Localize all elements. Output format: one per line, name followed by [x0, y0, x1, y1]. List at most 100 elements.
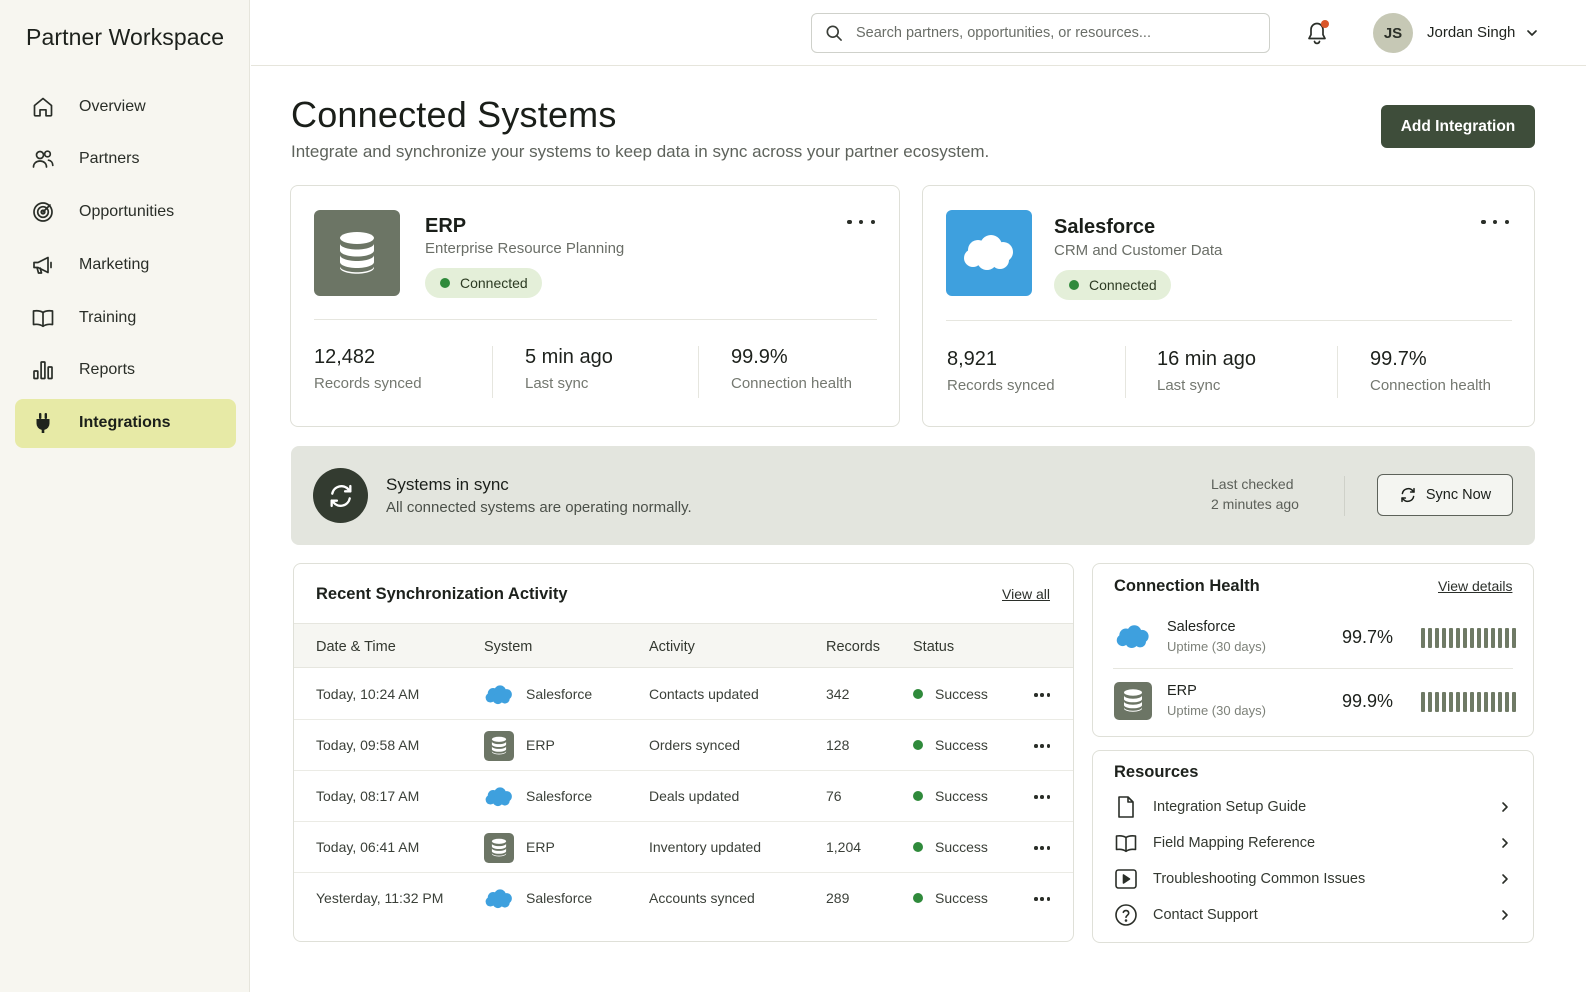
resource-item-field-mapping[interactable]: Field Mapping Reference [1113, 828, 1513, 858]
resource-label: Troubleshooting Common Issues [1153, 871, 1366, 887]
column-header[interactable]: Status [913, 639, 954, 655]
stat-label: Connection health [1370, 377, 1491, 394]
status-dot [913, 893, 923, 903]
resource-label: Contact Support [1153, 907, 1258, 923]
uptime-bar [1442, 628, 1446, 648]
cell-records: 289 [826, 890, 850, 906]
uptime-bar [1477, 692, 1481, 712]
sidebar-item-training[interactable]: Training [15, 293, 236, 342]
row-more-button[interactable] [1034, 795, 1050, 799]
target-icon [33, 202, 53, 222]
last-checked: Last checked 2 minutes ago [1211, 474, 1299, 514]
health-system-name: Salesforce [1167, 619, 1236, 635]
row-more-button[interactable] [1034, 846, 1050, 850]
table-row[interactable]: Yesterday, 11:32 PM Salesforce Accounts sy… [294, 873, 1073, 924]
uptime-bar [1505, 692, 1509, 712]
status-badge: Connected [425, 268, 542, 298]
uptime-bar [1484, 692, 1488, 712]
system-icon [484, 884, 514, 914]
column-header[interactable]: Date & Time [316, 639, 396, 655]
sidebar-item-opportunities[interactable]: Opportunities [15, 188, 236, 237]
divider [1337, 346, 1338, 398]
chevron-right-icon [1502, 838, 1508, 848]
user-name[interactable]: Jordan Singh [1427, 24, 1515, 41]
stat-records: 8,921 Records synced [947, 348, 1055, 394]
resources-panel: Resources Integration Setup Guide Field … [1092, 750, 1534, 943]
health-uptime-label: Uptime (30 days) [1167, 703, 1266, 718]
stat-value: 5 min ago [525, 346, 613, 368]
status-badge: Connected [1054, 270, 1171, 300]
cell-system: Salesforce [526, 890, 593, 906]
sidebar-item-marketing[interactable]: Marketing [15, 240, 236, 289]
stat-label: Connection health [731, 375, 852, 392]
search-input[interactable] [856, 25, 1256, 41]
chevron-down-icon[interactable] [1525, 26, 1539, 40]
health-row-salesforce[interactable]: Salesforce Uptime (30 days) 99.7% [1113, 606, 1516, 668]
sidebar-item-partners[interactable]: Partners [15, 135, 236, 184]
stat-records: 12,482 Records synced [314, 346, 422, 392]
row-more-button[interactable] [1034, 744, 1050, 748]
table-row[interactable]: Today, 10:24 AM Salesforce Contacts update… [294, 669, 1073, 720]
system-name: Salesforce [1054, 216, 1156, 238]
more-options-button[interactable] [1481, 214, 1509, 230]
add-integration-button[interactable]: Add Integration [1381, 105, 1535, 148]
sidebar-item-label: Opportunities [79, 203, 175, 221]
table-row[interactable]: Today, 08:17 AM Salesforce Deals updated 76… [294, 771, 1073, 822]
cell-status: Success [935, 890, 988, 906]
panel-title: Connection Health [1114, 577, 1260, 595]
sidebar-item-label: Training [79, 308, 137, 326]
cell-system: Salesforce [526, 686, 593, 702]
sidebar-item-reports[interactable]: Reports [15, 346, 236, 395]
divider [1125, 346, 1126, 398]
last-checked-value: 2 minutes ago [1211, 496, 1299, 512]
uptime-bar [1421, 692, 1425, 712]
column-header[interactable]: System [484, 639, 532, 655]
cell-status: Success [935, 737, 988, 753]
row-more-button[interactable] [1034, 693, 1050, 697]
salesforce-logo [1114, 618, 1152, 656]
table-row[interactable]: Today, 09:58 AM ERP Orders synced 128 Succes… [294, 720, 1073, 771]
brand-title: Partner Workspace [26, 24, 225, 50]
search-box[interactable] [811, 13, 1270, 53]
column-header[interactable]: Records [826, 639, 880, 655]
plug-icon [36, 413, 50, 434]
cell-status: Success [935, 788, 988, 804]
avatar[interactable]: JS [1373, 13, 1413, 53]
health-row-erp[interactable]: ERP Uptime (30 days) 99.9% [1113, 670, 1516, 732]
resource-item-troubleshooting[interactable]: Troubleshooting Common Issues [1113, 864, 1513, 894]
more-options-button[interactable] [847, 214, 875, 230]
view-all-link[interactable]: View all [1002, 586, 1050, 602]
uptime-bar [1421, 628, 1425, 648]
row-more-button[interactable] [1034, 897, 1050, 901]
book-icon [1113, 830, 1139, 856]
uptime-bars [1421, 692, 1516, 712]
sync-now-button[interactable]: Sync Now [1377, 474, 1513, 516]
notifications-button[interactable] [1305, 20, 1329, 46]
uptime-bar [1428, 692, 1432, 712]
sidebar-item-overview[interactable]: Overview [15, 82, 236, 131]
view-details-link[interactable]: View details [1438, 578, 1512, 594]
sync-title: Systems in sync [386, 475, 509, 494]
column-header[interactable]: Activity [649, 639, 695, 655]
uptime-bar [1498, 692, 1502, 712]
database-icon [484, 731, 514, 761]
cell-datetime: Yesterday, 11:32 PM [316, 890, 444, 906]
cell-activity: Accounts synced [649, 890, 755, 906]
resource-label: Field Mapping Reference [1153, 835, 1316, 851]
uptime-bar [1449, 692, 1453, 712]
cloud-icon [1116, 625, 1149, 649]
sidebar-item-label: Partners [79, 150, 140, 168]
table-row[interactable]: Today, 06:41 AM ERP Inventory updated 1,204… [294, 822, 1073, 873]
cloud-icon [485, 889, 512, 909]
bar-chart-icon [33, 361, 53, 380]
resource-item-contact-support[interactable]: Contact Support [1113, 900, 1513, 930]
resource-item-setup-guide[interactable]: Integration Setup Guide [1113, 792, 1513, 822]
stat-label: Last sync [525, 375, 589, 392]
sidebar-item-integrations[interactable]: Integrations [15, 398, 236, 448]
divider [314, 319, 877, 320]
play-icon [1113, 866, 1139, 892]
cloud-icon [485, 685, 512, 705]
uptime-bar [1491, 628, 1495, 648]
cell-records: 342 [826, 686, 850, 702]
sync-activity-panel: Recent Synchronization Activity View all… [293, 563, 1074, 942]
